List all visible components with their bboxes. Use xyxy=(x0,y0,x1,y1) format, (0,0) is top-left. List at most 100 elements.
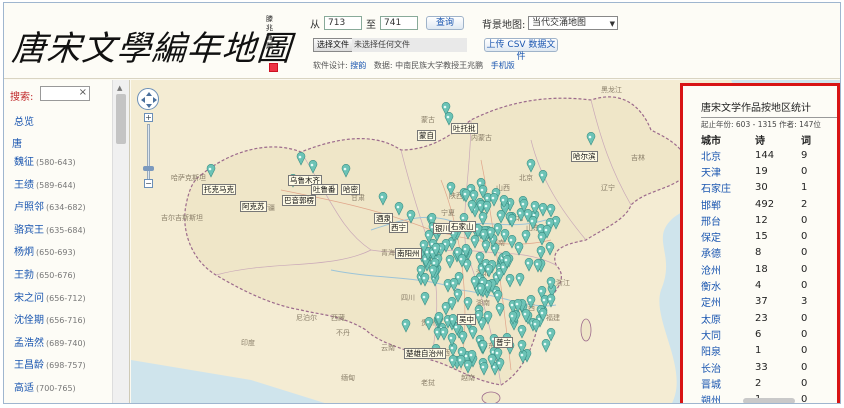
basemap-select[interactable]: 当代交涌地图 ▼ xyxy=(528,16,618,30)
to-year-input[interactable]: 741 xyxy=(380,16,418,30)
map-marker[interactable] xyxy=(546,328,556,342)
scroll-up-icon[interactable]: ▲ xyxy=(117,84,122,92)
stats-row: 阳泉 1 0 xyxy=(701,343,821,359)
stats-ci-count: 0 xyxy=(801,377,808,389)
stats-ci-count: 0 xyxy=(801,394,808,404)
dynasty-heading[interactable]: 唐 xyxy=(12,135,22,150)
pan-arrows-icon xyxy=(141,92,157,108)
stats-ci-count: 0 xyxy=(801,231,808,243)
poet-item[interactable]: 孟浩然 (689-740) xyxy=(4,333,112,356)
place-label[interactable]: 阿克苏 xyxy=(240,201,267,212)
poet-years: (689-740) xyxy=(46,338,86,348)
stats-poem-count: 30 xyxy=(755,182,768,194)
stats-city[interactable]: 大同 xyxy=(701,326,755,342)
zoom-in-button[interactable]: + xyxy=(144,113,153,122)
mobile-version-link[interactable]: 手机版 xyxy=(491,61,515,70)
stats-city[interactable]: 衡水 xyxy=(701,277,755,293)
region-label: 浙江 xyxy=(556,278,570,287)
place-label[interactable]: 南阳州 xyxy=(395,248,422,259)
clear-icon[interactable]: × xyxy=(79,87,87,98)
place-label[interactable]: 吐托批 xyxy=(451,123,478,134)
stats-city[interactable]: 承德 xyxy=(701,245,755,261)
stats-city[interactable]: 保定 xyxy=(701,228,755,244)
place-label[interactable]: 吴中 xyxy=(457,314,476,325)
map-marker[interactable] xyxy=(541,339,551,353)
poet-name: 王勃 xyxy=(14,269,34,281)
poet-item[interactable]: 沈佺期 (656-716) xyxy=(4,310,112,333)
stats-city[interactable]: 石家庄 xyxy=(701,180,755,196)
place-label[interactable]: 石家山 xyxy=(449,221,476,232)
stats-ci-count: 0 xyxy=(801,263,808,275)
panel-scroll-indicator[interactable] xyxy=(743,398,795,403)
sidebar: 搜索: × 总览 唐 魏征 (580-643) 王绩 (589-644) 卢照邻 (634… xyxy=(4,80,130,403)
poet-item[interactable]: 骆宾王 (635-684) xyxy=(4,220,112,243)
sidebar-scrollbar[interactable]: ▲ xyxy=(112,80,129,403)
choose-file-button[interactable]: 选择文件 xyxy=(313,38,353,52)
stats-row: 衡水 4 0 xyxy=(701,277,821,293)
poet-name: 王绩 xyxy=(14,179,34,191)
query-button[interactable]: 查询 xyxy=(426,16,464,30)
basemap-value: 当代交涌地图 xyxy=(532,18,587,28)
place-label[interactable]: 蒙自 xyxy=(417,130,436,141)
stats-poem-count: 33 xyxy=(755,361,768,373)
place-label[interactable]: 哈尔滨 xyxy=(571,151,598,162)
poet-item[interactable]: 王绩 (589-644) xyxy=(4,175,112,198)
stats-ci-count: 2 xyxy=(801,198,808,210)
stats-city[interactable]: 邢台 xyxy=(701,212,755,228)
stats-city[interactable]: 阳泉 xyxy=(701,343,755,359)
zoom-out-button[interactable]: − xyxy=(144,179,153,188)
zoom-slider-handle[interactable] xyxy=(143,166,154,171)
stats-city[interactable]: 晋城 xyxy=(701,375,755,391)
poet-item[interactable]: 魏征 (580-643) xyxy=(4,152,112,175)
overview-link[interactable]: 总览 xyxy=(14,113,34,128)
region-label: 福建 xyxy=(546,313,560,322)
upload-csv-button[interactable]: 上传 CSV 数据文件 xyxy=(484,38,558,62)
poet-item[interactable]: 卢照邻 (634-682) xyxy=(4,197,112,220)
place-label[interactable]: 哈密 xyxy=(341,184,360,195)
region-label: 吉尔吉斯斯坦 xyxy=(161,213,203,222)
poet-item[interactable]: 宋之问 (656-712) xyxy=(4,288,112,311)
stats-body: 北京 144 9 天津 19 0 石家庄 30 1 邯郸 492 2 邢台 12 0 保定 15 0 承德 8 0 沧州 1… xyxy=(701,147,821,404)
stats-city[interactable]: 沧州 xyxy=(701,261,755,277)
stats-city[interactable]: 长治 xyxy=(701,359,755,375)
place-label[interactable]: 巴音郭楞 xyxy=(282,195,316,206)
credit-data: 数据: 中南民族大学教授王兆鹏 xyxy=(373,61,484,70)
site-logo[interactable]: 唐宋文學編年地圖 滕兆鑫題 xyxy=(10,13,312,73)
zoom-slider[interactable] xyxy=(147,124,150,186)
poet-list: 魏征 (580-643) 王绩 (589-644) 卢照邻 (634-682) 骆宾王 (63… xyxy=(4,152,112,401)
search-input[interactable]: × xyxy=(40,86,90,101)
stats-city[interactable]: 邯郸 xyxy=(701,196,755,212)
region-label: 越南 xyxy=(461,373,475,382)
stats-city[interactable]: 北京 xyxy=(701,147,755,163)
stats-city[interactable]: 太原 xyxy=(701,310,755,326)
stats-row: 大同 6 0 xyxy=(701,326,821,342)
poet-item[interactable]: 王昌龄 (698-757) xyxy=(4,355,112,378)
pan-control[interactable] xyxy=(137,88,159,110)
credits: 软件设计: 搜韵 数据: 中南民族大学教授王兆鹏 手机版 xyxy=(313,60,515,71)
poet-item[interactable]: 王勃 (650-676) xyxy=(4,265,112,288)
poet-item[interactable]: 高适 (700-765) xyxy=(4,378,112,401)
stats-poem-count: 1 xyxy=(755,345,762,357)
place-label[interactable]: 楚雄自治州 xyxy=(404,348,446,359)
place-label[interactable]: 西宁 xyxy=(389,222,408,233)
logo-title: 唐宋文學編年地圖 xyxy=(10,29,294,69)
place-label[interactable]: 托克马克 xyxy=(202,184,236,195)
stats-row: 沧州 18 0 xyxy=(701,261,821,277)
region-label: 尼泊尔 xyxy=(296,313,317,322)
poet-name: 骆宾王 xyxy=(14,224,44,236)
place-label[interactable]: 普宁 xyxy=(494,337,513,348)
place-label[interactable]: 吐鲁番 xyxy=(311,184,338,195)
scrollbar-thumb[interactable] xyxy=(116,94,126,144)
from-year-input[interactable]: 713 xyxy=(324,16,362,30)
stats-city[interactable]: 天津 xyxy=(701,163,755,179)
poet-years: (700-765) xyxy=(36,383,76,393)
poet-name: 杨炯 xyxy=(14,247,34,259)
basemap-label: 背景地图: xyxy=(482,20,526,31)
stats-city[interactable]: 定州 xyxy=(701,294,755,310)
credit-design-link[interactable]: 搜韵 xyxy=(350,61,366,70)
col-ci: 词 xyxy=(801,136,811,147)
region-label: 吉林 xyxy=(631,153,645,162)
stats-header-row: 城市 诗 词 xyxy=(701,132,821,147)
stats-subtitle: 起止年份: 603 - 1315 作者: 147位 xyxy=(701,120,821,129)
poet-item[interactable]: 杨炯 (650-693) xyxy=(4,242,112,265)
